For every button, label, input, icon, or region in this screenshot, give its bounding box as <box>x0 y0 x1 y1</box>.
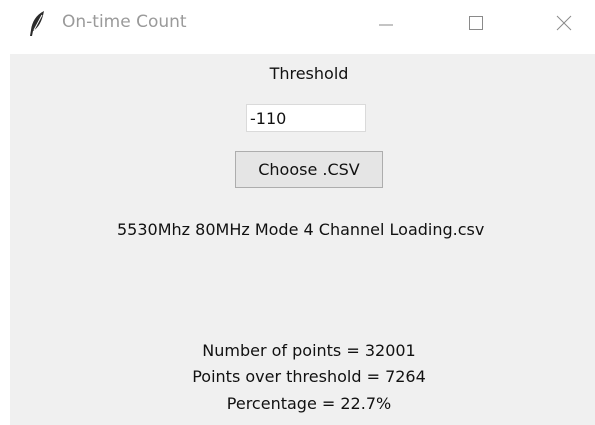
feather-icon <box>26 10 48 38</box>
app-window: On-time Count Threshold -110 Choose .CSV… <box>0 0 595 425</box>
percentage-text: Percentage = 22.7% <box>226 394 392 413</box>
threshold-label: Threshold <box>269 64 349 83</box>
points-over-threshold-text: Points over threshold = 7264 <box>192 367 426 386</box>
maximize-icon <box>468 15 484 35</box>
selected-file-name: 5530Mhz 80MHz Mode 4 Channel Loading.csv <box>117 220 485 239</box>
close-button[interactable] <box>536 0 592 50</box>
client-area: Threshold Choose .CSV 5530Mhz 80MHz Mode… <box>10 54 595 425</box>
choose-csv-button[interactable]: Choose .CSV <box>235 151 383 188</box>
points-count-text: Number of points = 32001 <box>202 341 416 360</box>
minimize-icon <box>378 15 394 35</box>
title-bar[interactable]: On-time Count <box>0 0 595 50</box>
maximize-button[interactable] <box>448 0 504 50</box>
minimize-button[interactable] <box>358 0 414 50</box>
threshold-input[interactable] <box>246 104 366 132</box>
window-title: On-time Count <box>62 12 187 32</box>
close-icon <box>556 15 572 35</box>
